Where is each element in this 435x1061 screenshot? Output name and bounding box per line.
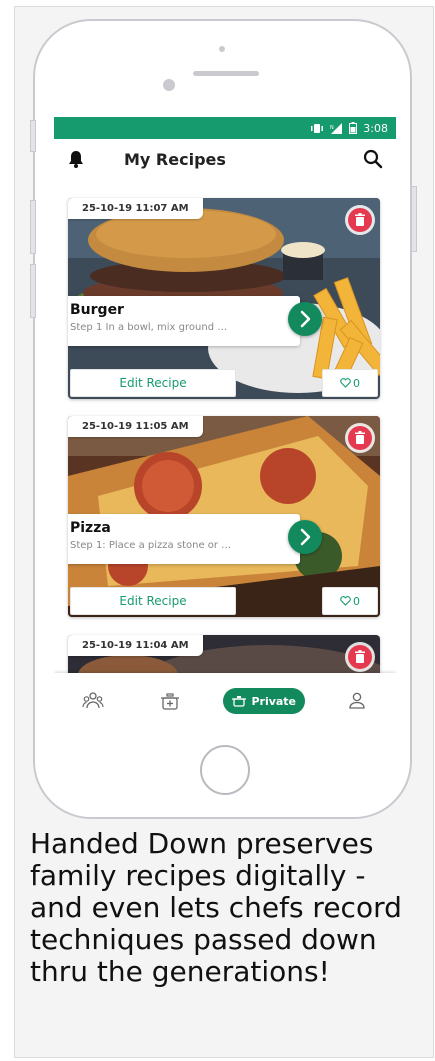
- chevron-right-icon[interactable]: [288, 520, 322, 554]
- phone-side-button: [30, 120, 36, 152]
- bottom-nav: Private: [54, 673, 396, 729]
- recipe-card[interactable]: 25-10-19 11:05 AM Pizza Step 1: Place a …: [68, 416, 380, 617]
- nav-private-label: Private: [251, 694, 297, 708]
- bell-icon[interactable]: [66, 149, 86, 169]
- phone-sensor: [219, 46, 225, 52]
- app-bar: My Recipes: [54, 139, 396, 179]
- trash-icon[interactable]: [348, 645, 372, 669]
- likes-button[interactable]: 0: [322, 369, 378, 397]
- trash-icon[interactable]: [348, 426, 372, 450]
- page-title: My Recipes: [124, 149, 226, 169]
- trash-icon[interactable]: [348, 208, 372, 232]
- heart-icon: [340, 378, 351, 388]
- recipe-step-preview: Step 1: Place a pizza stone or …: [70, 540, 232, 551]
- chevron-right-icon[interactable]: [288, 302, 322, 336]
- nav-profile[interactable]: [332, 686, 382, 716]
- status-bar: N 3:08: [54, 117, 396, 139]
- vibrate-icon: [311, 123, 324, 133]
- nav-add-recipe[interactable]: [145, 686, 195, 716]
- recipe-info: Pizza Step 1: Place a pizza stone or …: [68, 514, 300, 564]
- search-icon[interactable]: [362, 148, 384, 170]
- nav-private[interactable]: Private: [222, 688, 305, 714]
- phone-side-button: [30, 200, 36, 254]
- status-time: 3:08: [363, 121, 388, 135]
- profile-icon: [349, 692, 365, 709]
- community-icon: [82, 692, 104, 709]
- heart-icon: [340, 596, 351, 606]
- edit-recipe-button[interactable]: Edit Recipe: [70, 369, 236, 397]
- recipe-name: Pizza: [70, 520, 111, 536]
- phone-speaker: [193, 71, 259, 76]
- recipe-card[interactable]: 25-10-19 11:04 AM: [68, 635, 380, 673]
- recipe-date: 25-10-19 11:04 AM: [68, 635, 203, 656]
- battery-icon: [349, 122, 358, 134]
- likes-count: 0: [353, 594, 360, 608]
- add-recipe-icon: [161, 693, 180, 710]
- phone-side-button: [30, 264, 36, 318]
- recipe-card[interactable]: 25-10-19 11:07 AM Burger Step 1 In a bow…: [68, 198, 380, 399]
- recipe-date: 25-10-19 11:07 AM: [68, 198, 203, 219]
- caption-text: Handed Down preserves family recipes dig…: [30, 827, 402, 988]
- home-button: [200, 745, 250, 795]
- likes-count: 0: [353, 376, 360, 390]
- recipe-info: Burger Step 1 In a bowl, mix ground …: [68, 296, 300, 346]
- signal-icon: N: [330, 122, 343, 134]
- recipe-date: 25-10-19 11:05 AM: [68, 416, 203, 437]
- phone-camera: [163, 79, 175, 91]
- svg-text:N: N: [330, 125, 334, 131]
- recipe-name: Burger: [70, 302, 124, 318]
- nav-community[interactable]: [68, 686, 118, 716]
- recipe-step-preview: Step 1 In a bowl, mix ground …: [70, 322, 228, 333]
- recipe-list[interactable]: 25-10-19 11:07 AM Burger Step 1 In a bow…: [54, 179, 396, 673]
- phone-side-button: [411, 186, 417, 252]
- pot-icon: [232, 696, 247, 707]
- app-screen: N 3:08 My Recipes 25-10-19 11:07 AM Burg…: [54, 117, 396, 729]
- likes-button[interactable]: 0: [322, 587, 378, 615]
- edit-recipe-button[interactable]: Edit Recipe: [70, 587, 236, 615]
